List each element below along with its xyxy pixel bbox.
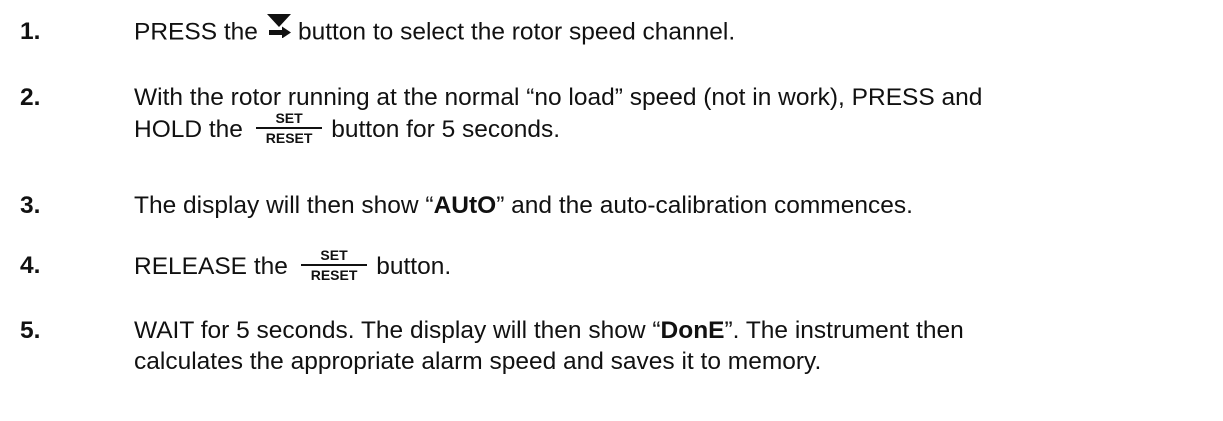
step-number: 2.: [20, 84, 41, 111]
step-text-after: button.: [376, 252, 452, 280]
step-text: With the rotor running at the normal “no…: [134, 82, 1209, 148]
step-text-before: PRESS the: [134, 18, 258, 46]
step-text: RELEASE the SET RESET button.: [134, 248, 1209, 285]
step-text-line-2: calculates the appropriate alarm speed a…: [134, 348, 822, 375]
step-text-line-1: WAIT for 5 seconds. The display will the…: [134, 315, 1209, 346]
step-text: The display will then show “AUtO” and th…: [134, 190, 1209, 221]
step-text-before: HOLD the: [134, 115, 243, 143]
step-number: 4.: [20, 252, 41, 279]
step-text-line-2: HOLD the SET RESET button for 5 seconds.: [134, 111, 1209, 148]
step-number: 5.: [20, 317, 41, 344]
set-reset-button-icon: SET RESET: [255, 111, 323, 146]
step-text-before: RELEASE the: [134, 252, 288, 280]
display-code: AUtO: [433, 192, 497, 219]
set-label: SET: [255, 111, 323, 129]
reset-label: RESET: [265, 130, 313, 146]
step-text-after: button for 5 seconds.: [331, 115, 561, 143]
step-number: 3.: [20, 192, 41, 219]
reset-label: RESET: [310, 267, 358, 283]
step-text-after: ” and the auto-calibration commences.: [496, 192, 913, 219]
step-number: 1.: [20, 18, 41, 45]
step-text-after: ”. The instrument then: [724, 317, 964, 344]
step-text-before: The display will then show “: [134, 192, 434, 219]
step-text-before: WAIT for 5 seconds. The display will the…: [134, 317, 661, 344]
step-text: WAIT for 5 seconds. The display will the…: [134, 315, 1209, 377]
step-text-after: button to select the rotor speed channel…: [297, 18, 736, 46]
set-label: SET: [300, 248, 368, 266]
display-code: DonE: [660, 317, 725, 344]
set-reset-button-icon: SET RESET: [300, 248, 368, 283]
step-text-line-1: With the rotor running at the normal “no…: [134, 84, 983, 111]
step-text: PRESS the button to select the rotor spee…: [134, 14, 1209, 50]
down-arrow-button-icon: [266, 12, 292, 46]
